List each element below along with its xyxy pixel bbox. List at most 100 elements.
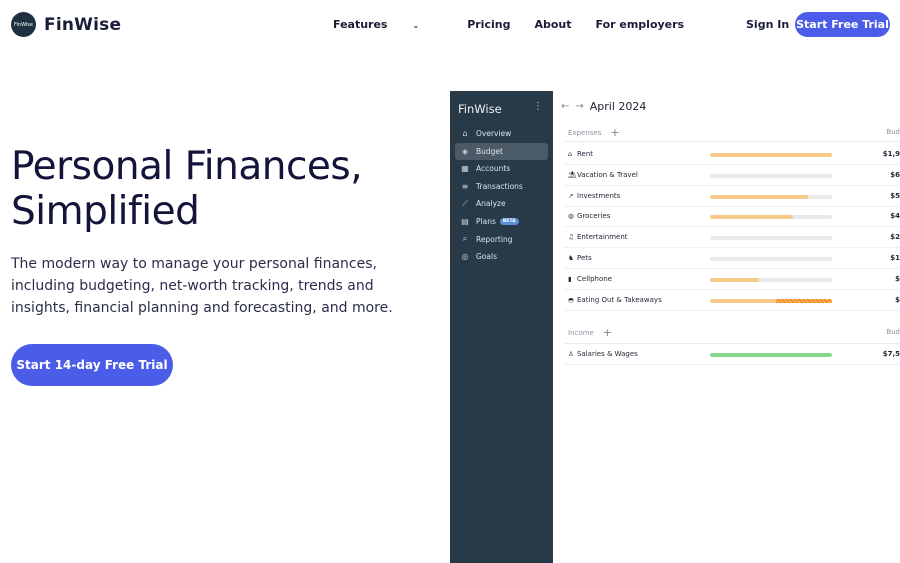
- category-cell: ▮ Cellphone: [568, 275, 612, 283]
- category-name: Rent: [577, 150, 594, 158]
- budget-row[interactable]: ♞ Pets $1: [564, 249, 900, 269]
- hero-title: Personal Finances, Simplified: [11, 144, 431, 234]
- category-cell: ♫ Entertainment: [568, 233, 628, 241]
- sidebar-item-label: Overview: [476, 129, 512, 138]
- budget-amount: $7,5: [882, 350, 900, 358]
- search-icon: ⌕: [462, 234, 468, 244]
- progress-bar: [710, 277, 832, 282]
- sidebar-item-label: Budget: [476, 146, 503, 156]
- hero-title-line-1: Personal Finances,: [11, 144, 363, 189]
- chart-icon: ⟋: [462, 198, 468, 208]
- progress-bar: [710, 298, 832, 303]
- sidebar-item-transactions[interactable]: ≡ Transactions: [455, 178, 548, 195]
- budget-amount: $6: [890, 170, 900, 179]
- income-label: Income: [568, 328, 594, 337]
- budget-row[interactable]: ♫ Entertainment $2: [564, 228, 900, 249]
- budget-amount: $: [895, 295, 900, 304]
- progress-bar: [710, 215, 832, 220]
- top-nav: FinWise FinWise Features ⌄ Pricing About …: [0, 0, 900, 50]
- budget-amount: $1,9: [882, 150, 900, 158]
- category-cell: ⌂ Rent: [568, 150, 593, 158]
- budget-row[interactable]: ♙ Salaries & Wages $7,5: [564, 345, 900, 365]
- budget-row[interactable]: ↗ Investments $5: [564, 187, 900, 207]
- app-sidebar-title: FinWise: [458, 102, 502, 116]
- category-name: Pets: [577, 254, 592, 262]
- add-income-icon[interactable]: +: [603, 326, 612, 339]
- nav-link-pricing[interactable]: Pricing: [467, 18, 510, 31]
- budget-row[interactable]: ▮ Cellphone $: [564, 270, 900, 290]
- grid-icon: ▦: [461, 164, 469, 174]
- progress-fill: [710, 215, 793, 220]
- nav-link-about[interactable]: About: [534, 18, 571, 31]
- category-icon: ♙: [568, 350, 574, 358]
- sidebar-item-label: Plans: [476, 217, 496, 226]
- overspent-indicator: [775, 298, 832, 303]
- category-name: Groceries: [577, 212, 611, 221]
- category-name: Entertainment: [577, 233, 628, 242]
- sidebar-item-analyze[interactable]: ⟋ Analyze: [455, 195, 548, 212]
- more-vertical-icon[interactable]: ⋮: [533, 101, 543, 112]
- sidebar-item-reporting[interactable]: ⌕ Reporting: [455, 231, 548, 248]
- sidebar-item-plans[interactable]: ▤ Plans BETA: [455, 213, 548, 230]
- month-selector: ← → April 2024: [561, 100, 646, 113]
- budget-row[interactable]: ⛱Vacation & Travel $6: [564, 166, 900, 186]
- budget-row[interactable]: ⌂ Rent $1,9: [564, 145, 900, 165]
- sidebar-item-overview[interactable]: ⌂ Overview: [455, 125, 548, 142]
- expenses-header: Expenses +: [568, 126, 620, 139]
- add-expense-icon[interactable]: +: [610, 126, 619, 139]
- budget-amount: $1: [890, 254, 900, 262]
- progress-fill: [710, 277, 759, 282]
- budget-row[interactable]: ◓ Eating Out & Takeaways $: [564, 291, 900, 311]
- expenses-label: Expenses: [568, 128, 602, 137]
- month-label: April 2024: [589, 100, 647, 113]
- category-icon: ⛱: [568, 170, 577, 179]
- sidebar-item-goals[interactable]: ◎ Goals: [455, 248, 548, 265]
- beta-badge: BETA: [499, 218, 519, 225]
- budget-amount: $2: [890, 233, 900, 242]
- category-icon: ↗: [568, 191, 574, 200]
- budget-amount: $: [895, 274, 900, 283]
- category-name: Cellphone: [577, 274, 612, 283]
- arrow-right-icon[interactable]: →: [575, 101, 583, 112]
- logo-mark-icon: FinWise: [11, 12, 36, 37]
- budget-amount: $5: [890, 191, 900, 200]
- home-icon: ⌂: [462, 129, 468, 138]
- progress-bar: [710, 194, 832, 199]
- wallet-icon: ◈: [461, 146, 469, 156]
- nav-link-features-label: Features: [333, 18, 388, 31]
- arrow-left-icon[interactable]: ←: [561, 101, 569, 112]
- category-name: Vacation & Travel: [577, 170, 638, 179]
- category-icon: ⌂: [568, 150, 573, 158]
- sidebar-item-accounts[interactable]: ▦ Accounts: [455, 160, 548, 177]
- progress-bar: [710, 353, 832, 357]
- category-icon: ▮: [568, 274, 572, 283]
- sidebar-item-label: Accounts: [476, 164, 511, 174]
- divider: [564, 343, 900, 344]
- nav-link-employers[interactable]: For employers: [596, 18, 685, 31]
- category-icon: ◍: [568, 212, 574, 221]
- category-icon: ♞: [568, 254, 574, 262]
- app-sidebar: FinWise ⋮ ⌂ Overview ◈ Budget ▦ Accounts ≡ Tran…: [450, 91, 553, 563]
- progress-fill: [710, 194, 808, 199]
- category-cell: ↗ Investments: [568, 192, 620, 200]
- budget-row[interactable]: ◍ Groceries $4: [564, 207, 900, 228]
- sign-in-link[interactable]: Sign In: [746, 18, 789, 31]
- calendar-icon: ▤: [461, 217, 469, 226]
- progress-bar: [710, 236, 832, 241]
- category-cell: ⛱Vacation & Travel: [568, 171, 638, 179]
- sidebar-item-budget[interactable]: ◈ Budget: [455, 142, 548, 160]
- nav-link-features[interactable]: Features ⌄: [333, 18, 443, 31]
- progress-bar: [710, 173, 832, 178]
- budget-column-header: Bud: [886, 128, 900, 136]
- target-icon: ◎: [461, 252, 469, 262]
- progress-bar: [710, 153, 832, 157]
- hero-title-line-2: Simplified: [11, 189, 200, 234]
- category-cell: ◍ Groceries: [568, 212, 610, 220]
- income-header: Income +: [568, 326, 612, 339]
- start-free-trial-button[interactable]: Start Free Trial: [795, 12, 890, 37]
- budget-panel: ← → April 2024 Expenses + Bud ⌂ Rent $1,9 ⛱…: [553, 91, 900, 563]
- progress-bar: [710, 257, 832, 261]
- progress-fill: [710, 153, 832, 157]
- start-14-day-trial-button[interactable]: Start 14-day Free Trial: [11, 344, 173, 386]
- logo[interactable]: FinWise FinWise: [11, 12, 121, 37]
